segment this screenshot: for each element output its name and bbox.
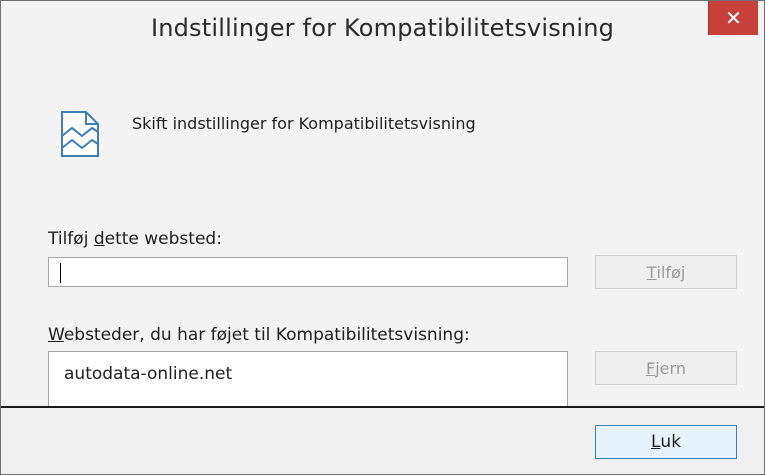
site-list-label: Websteder, du har føjet til Kompatibilit… <box>48 325 470 345</box>
dialog-content: Skift indstillinger for Kompatibilitetsv… <box>1 55 764 411</box>
compatibility-view-dialog: Indstillinger for Kompatibilitetsvisning… <box>0 0 765 475</box>
title-bar[interactable]: Indstillinger for Kompatibilitetsvisning… <box>1 1 764 55</box>
remove-button-label: jern <box>655 358 686 378</box>
add-button[interactable]: Tilføj <box>595 255 737 289</box>
site-list[interactable]: autodata-online.net <box>48 351 568 411</box>
close-button[interactable]: ✕ <box>708 1 758 35</box>
add-site-label-prefix: Tilføj <box>48 229 94 249</box>
add-site-label-accelerator: d <box>93 229 105 249</box>
close-dialog-label: uk <box>660 432 682 452</box>
site-list-label-accelerator: W <box>48 325 64 345</box>
close-dialog-button[interactable]: Luk <box>595 425 737 459</box>
site-list-label-text: ebsteder, du har føjet til Kompatibilite… <box>63 325 470 345</box>
dialog-title: Indstillinger for Kompatibilitetsvisning <box>150 14 615 42</box>
remove-button-accelerator: F <box>646 358 656 378</box>
remove-button[interactable]: Fjern <box>595 351 737 385</box>
close-dialog-accelerator: L <box>650 432 661 452</box>
add-button-accelerator: T <box>646 262 657 282</box>
add-site-input[interactable] <box>48 257 568 287</box>
add-site-label-suffix: ette websted: <box>104 229 222 249</box>
dialog-footer: Luk <box>1 408 764 474</box>
add-site-label: Tilføj dette websted: <box>48 229 222 249</box>
add-button-label: ilføj <box>656 262 686 282</box>
list-item[interactable]: autodata-online.net <box>64 364 232 384</box>
dialog-heading: Skift indstillinger for Kompatibilitetsv… <box>132 114 476 133</box>
text-caret <box>60 263 61 283</box>
compatibility-view-icon <box>61 111 99 157</box>
close-icon: ✕ <box>725 6 742 30</box>
